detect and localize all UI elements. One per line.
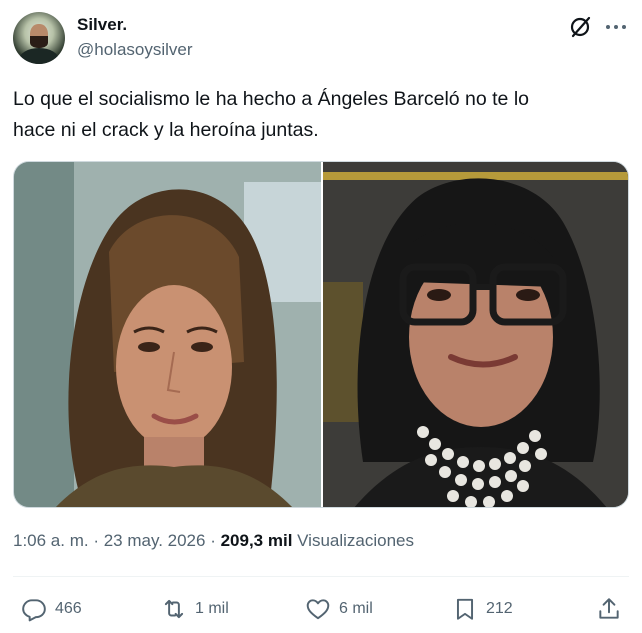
tweet-header: Silver. @holasoysilver <box>13 10 629 66</box>
photo-left[interactable] <box>14 162 321 507</box>
views-label: Visualizaciones <box>292 531 415 550</box>
tweet-meta: 1:06 a. m. · 23 may. 2026 · 209,3 mil Vi… <box>13 531 414 551</box>
media-grid <box>13 161 629 508</box>
meta-separator: · <box>88 531 104 550</box>
tweet-time[interactable]: 1:06 a. m. <box>13 531 89 550</box>
repost-icon <box>164 599 184 619</box>
repost-count: 1 mil <box>195 600 229 617</box>
grok-icon[interactable] <box>568 14 594 40</box>
share-button[interactable] <box>596 595 622 623</box>
like-button[interactable]: 6 mil <box>305 595 373 623</box>
share-icon <box>599 598 619 619</box>
like-count: 6 mil <box>339 600 373 617</box>
photo-right[interactable] <box>323 162 628 507</box>
tweet-text-line-2: hace ni el crack y la heroína juntas. <box>13 119 319 141</box>
views-count: 209,3 mil <box>220 531 293 550</box>
tweet-text: Lo que el socialismo le ha hecho a Ángel… <box>13 84 629 146</box>
more-icon[interactable] <box>603 14 629 40</box>
bookmark-button[interactable]: 212 <box>452 595 513 623</box>
tweet-date[interactable]: 23 may. 2026 <box>104 531 206 550</box>
author-display-name[interactable]: Silver. <box>77 15 127 35</box>
bookmark-count: 212 <box>486 600 513 617</box>
divider <box>13 576 629 577</box>
reply-count: 466 <box>55 600 82 617</box>
avatar[interactable] <box>13 12 65 64</box>
meta-separator: · <box>205 531 221 550</box>
heart-icon <box>306 599 330 620</box>
tweet-text-line-1: Lo que el socialismo le ha hecho a Ángel… <box>13 88 529 110</box>
repost-button[interactable]: 1 mil <box>161 595 229 623</box>
author-handle[interactable]: @holasoysilver <box>77 40 193 60</box>
reply-button[interactable]: 466 <box>21 595 82 623</box>
bookmark-icon <box>456 598 474 620</box>
reply-icon <box>22 599 46 622</box>
